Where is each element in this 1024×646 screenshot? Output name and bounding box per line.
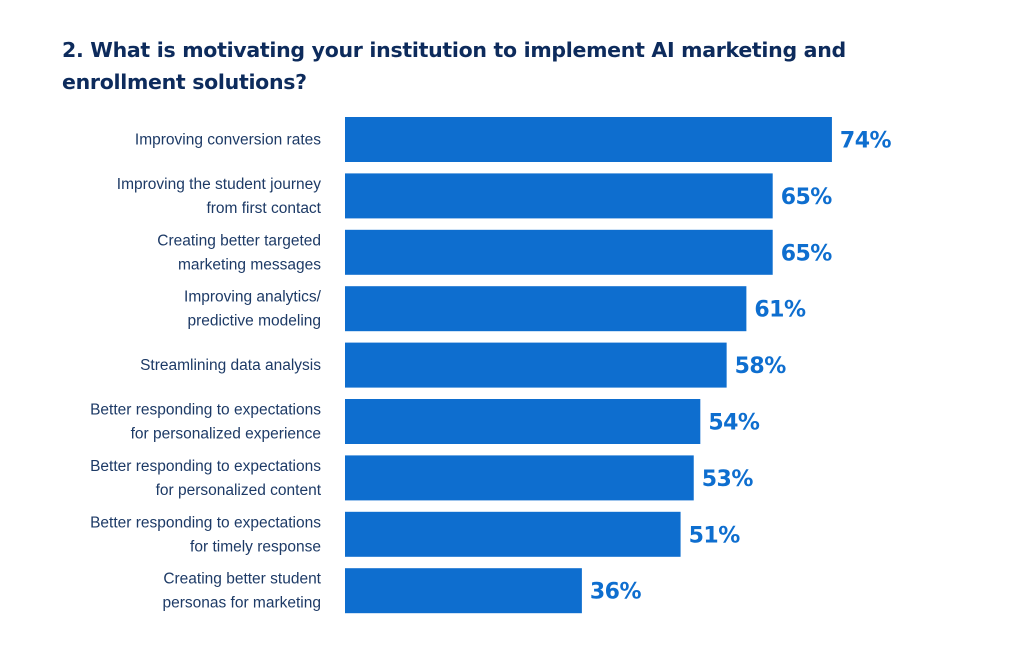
category-label-6-line-0: Better responding to expectations <box>90 458 321 475</box>
category-label-4: Streamlining data analysis <box>140 357 321 374</box>
value-label-7: 51% <box>689 523 741 548</box>
category-label-2-line-0: Creating better targeted <box>157 232 321 249</box>
value-label-3: 61% <box>754 298 806 323</box>
bar-7 <box>345 511 681 557</box>
category-label-6-line-1: for personalized content <box>156 482 322 499</box>
category-label-8-line-0: Creating better student <box>163 571 321 588</box>
bar-3 <box>345 286 747 332</box>
value-label-2: 65% <box>781 241 833 266</box>
bar-8 <box>345 568 582 614</box>
bar-4 <box>345 342 727 388</box>
category-label-1-line-0: Improving the student journey <box>117 176 321 193</box>
category-label-7-line-0: Better responding to expectations <box>90 514 321 531</box>
category-label-0: Improving conversion rates <box>135 132 321 149</box>
bar-5 <box>345 399 701 444</box>
category-label-3-line-1: predictive modeling <box>187 313 321 330</box>
category-label-5-line-0: Better responding to expectations <box>90 402 321 419</box>
category-label-8-line-1: personas for marketing <box>162 595 321 612</box>
category-label-7-line-1: for timely response <box>190 538 321 555</box>
value-label-6: 53% <box>702 467 754 492</box>
value-label-0: 74% <box>840 129 892 154</box>
category-label-5-line-1: for personalized experience <box>131 426 321 443</box>
value-label-8: 36% <box>590 580 642 605</box>
category-label-3-line-0: Improving analytics/ <box>184 289 322 306</box>
category-label-2-line-1: marketing messages <box>178 256 321 273</box>
bar-0 <box>345 117 832 162</box>
bar-6 <box>345 455 694 501</box>
bar-chart: 74% Improving conversion rates 65% Improvin… <box>90 117 892 614</box>
bar-1 <box>345 173 773 219</box>
bar-2 <box>345 229 773 275</box>
value-label-4: 58% <box>735 354 787 379</box>
value-label-1: 65% <box>781 185 833 210</box>
category-label-1-line-1: from first contact <box>206 200 321 217</box>
value-label-5: 54% <box>708 411 760 436</box>
